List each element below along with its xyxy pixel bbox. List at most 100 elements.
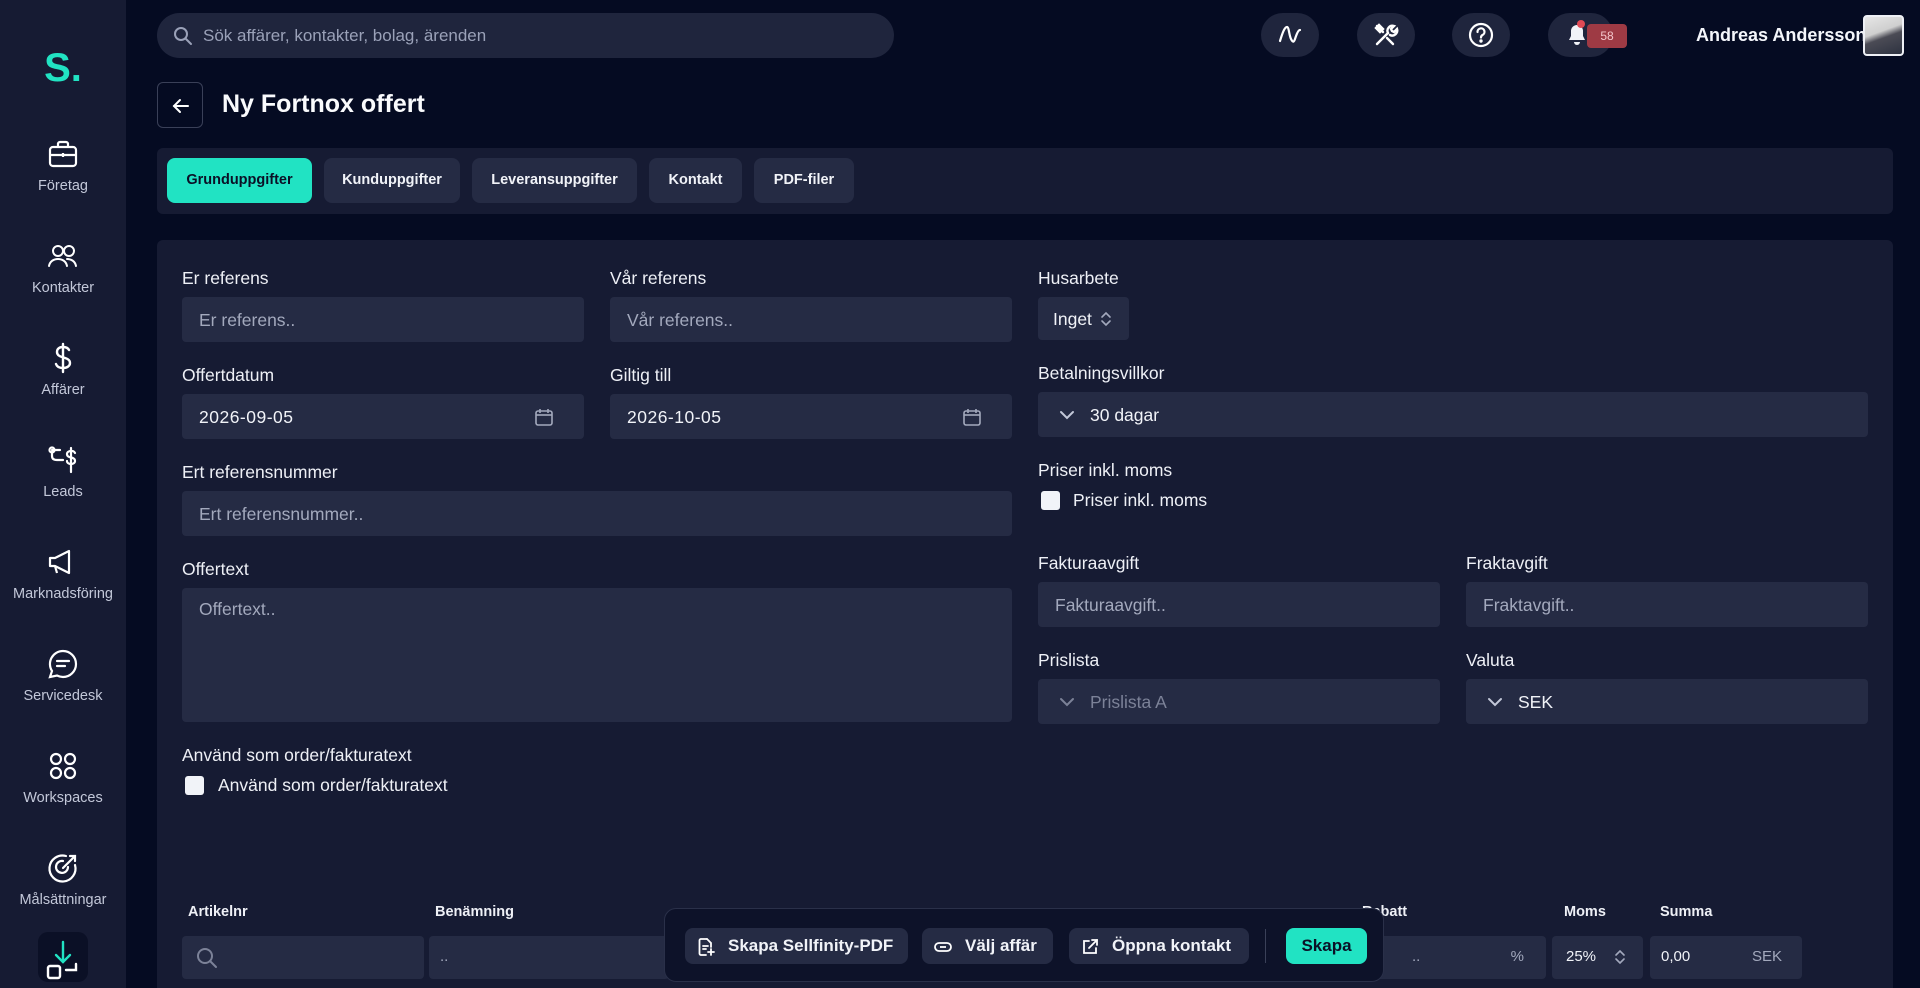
var-referens-placeholder: Vår referens.. xyxy=(627,310,734,330)
chat-icon xyxy=(48,649,78,679)
search-icon xyxy=(174,27,192,45)
sidebar-item-marknadsforing[interactable]: Marknadsföring xyxy=(0,546,126,602)
giltig-till-value: 2026-10-05 xyxy=(627,407,722,427)
prislista-placeholder: Prislista A xyxy=(1090,692,1167,712)
valj-affar-button[interactable]: Välj affär xyxy=(922,928,1053,964)
ert-referensnummer-placeholder: Ert referensnummer.. xyxy=(199,504,364,524)
fraktavgift-input[interactable]: Fraktavgift.. xyxy=(1466,582,1868,627)
betalningsvillkor-select[interactable]: 30 dagar xyxy=(1038,392,1868,437)
sidebar-item-label: Företag xyxy=(38,178,88,194)
benamning-input[interactable]: .. xyxy=(429,936,669,979)
sidebar-item-label: Målsättningar xyxy=(19,892,107,908)
chevron-down-icon xyxy=(1060,411,1074,420)
anvand-som-order-checkbox-label[interactable]: Använd som order/fakturatext xyxy=(218,775,448,796)
target-icon xyxy=(48,854,77,883)
action-bar: Skapa Sellfinity-PDF Välj affär Öppna ko… xyxy=(664,908,1384,982)
back-button[interactable] xyxy=(157,82,203,128)
activity-icon xyxy=(1278,25,1302,43)
grid-icon xyxy=(49,752,77,780)
moms-select[interactable]: 25% xyxy=(1552,936,1643,979)
tab-leveransuppgifter[interactable]: Leveransuppgifter xyxy=(472,158,637,203)
tab-kunduppgifter[interactable]: Kunduppgifter xyxy=(324,158,460,203)
husarbete-label: Husarbete xyxy=(1038,268,1119,288)
column-header-summa: Summa xyxy=(1660,904,1713,920)
activity-button[interactable] xyxy=(1261,13,1319,57)
fraktavgift-label: Fraktavgift xyxy=(1466,553,1548,573)
var-referens-input[interactable]: Vår referens.. xyxy=(610,297,1012,342)
help-button[interactable] xyxy=(1452,13,1510,57)
file-plus-icon xyxy=(698,938,715,956)
offertext-textarea[interactable]: Offertext.. xyxy=(182,588,1012,722)
sidebar-item-label: Leads xyxy=(43,484,83,500)
calendar-icon[interactable] xyxy=(962,407,982,427)
moms-value: 25% xyxy=(1566,948,1597,965)
er-referens-placeholder: Er referens.. xyxy=(199,310,296,330)
currency-label: SEK xyxy=(1751,948,1782,965)
priser-inkl-moms-checkbox[interactable] xyxy=(1041,491,1060,510)
fakturaavgift-placeholder: Fakturaavgift.. xyxy=(1055,595,1166,615)
dollar-icon xyxy=(54,342,72,374)
search-placeholder: Sök affärer, kontakter, bolag, ärenden xyxy=(203,26,487,45)
summa-field: 0,00 SEK xyxy=(1650,936,1802,979)
prislista-select[interactable]: Prislista A xyxy=(1038,679,1440,724)
offertdatum-value: 2026-09-05 xyxy=(199,407,294,427)
sidebar-item-affarer[interactable]: Affärer xyxy=(0,342,126,398)
tools-button[interactable] xyxy=(1357,13,1415,57)
users-icon xyxy=(48,245,77,267)
sidebar-item-foretag[interactable]: Företag xyxy=(0,138,126,194)
anvand-som-order-checkbox[interactable] xyxy=(185,776,204,795)
fakturaavgift-input[interactable]: Fakturaavgift.. xyxy=(1038,582,1440,627)
summa-value: 0,00 xyxy=(1661,948,1691,965)
column-header-artikelnr: Artikelnr xyxy=(188,904,248,920)
help-icon xyxy=(1468,22,1494,48)
valuta-label: Valuta xyxy=(1466,650,1515,670)
global-search[interactable]: Sök affärer, kontakter, bolag, ärenden xyxy=(157,13,894,58)
sidebar-item-leads[interactable]: Leads xyxy=(0,444,126,500)
briefcase-icon xyxy=(48,140,78,168)
rabatt-input[interactable]: .. % xyxy=(1372,936,1546,979)
tab-grunduppgifter[interactable]: Grunduppgifter xyxy=(167,158,312,203)
offertdatum-input[interactable]: 2026-09-05 xyxy=(182,394,584,439)
valuta-select[interactable]: SEK xyxy=(1466,679,1868,724)
calendar-icon[interactable] xyxy=(534,407,554,427)
avatar[interactable] xyxy=(1863,15,1904,56)
oppna-kontakt-label: Öppna kontakt xyxy=(1112,936,1232,955)
var-referens-label: Vår referens xyxy=(610,268,707,288)
user-name[interactable]: Andreas Andersson xyxy=(1696,25,1866,46)
husarbete-value: Inget xyxy=(1053,309,1092,329)
column-header-moms: Moms xyxy=(1564,904,1606,920)
rabatt-placeholder: .. xyxy=(1412,948,1421,965)
search-icon xyxy=(197,948,217,968)
app-logo[interactable]: S. xyxy=(0,46,126,91)
skapa-pdf-label: Skapa Sellfinity-PDF xyxy=(728,936,894,955)
anvand-som-order-label: Använd som order/fakturatext xyxy=(182,745,412,765)
sidebar-item-kontakter[interactable]: Kontakter xyxy=(0,240,126,296)
husarbete-select[interactable]: Inget xyxy=(1038,297,1129,340)
tab-kontakt[interactable]: Kontakt xyxy=(649,158,742,203)
offertext-label: Offertext xyxy=(182,559,249,579)
arrow-left-icon xyxy=(172,99,189,113)
skapa-button[interactable]: Skapa xyxy=(1286,928,1367,964)
download-button[interactable] xyxy=(38,932,88,982)
priser-inkl-moms-checkbox-label[interactable]: Priser inkl. moms xyxy=(1073,490,1207,511)
rabatt-unit: % xyxy=(1510,948,1524,965)
skapa-pdf-button[interactable]: Skapa Sellfinity-PDF xyxy=(685,928,908,964)
oppna-kontakt-button[interactable]: Öppna kontakt xyxy=(1069,928,1249,964)
tab-pdf-filer[interactable]: PDF-filer xyxy=(754,158,854,203)
tools-icon xyxy=(1374,23,1399,46)
sidebar-item-servicedesk[interactable]: Servicedesk xyxy=(0,648,126,704)
ert-referensnummer-input[interactable]: Ert referensnummer.. xyxy=(182,491,1012,536)
link-icon xyxy=(934,942,952,952)
giltig-till-input[interactable]: 2026-10-05 xyxy=(610,394,1012,439)
fraktavgift-placeholder: Fraktavgift.. xyxy=(1483,595,1575,615)
sidebar-item-workspaces[interactable]: Workspaces xyxy=(0,750,126,806)
updown-icon xyxy=(1615,949,1625,965)
sidebar-item-malsattningar[interactable]: Målsättningar xyxy=(0,852,126,908)
sidebar-item-label: Affärer xyxy=(41,382,85,398)
offertdatum-label: Offertdatum xyxy=(182,365,275,385)
sidebar: S. Företag Kontakter Affärer Leads Markn… xyxy=(0,0,126,988)
er-referens-input[interactable]: Er referens.. xyxy=(182,297,584,342)
sidebar-item-label: Kontakter xyxy=(31,280,95,296)
artikelnr-search-input[interactable] xyxy=(182,936,424,979)
notifications-button[interactable]: 58 xyxy=(1548,13,1627,57)
